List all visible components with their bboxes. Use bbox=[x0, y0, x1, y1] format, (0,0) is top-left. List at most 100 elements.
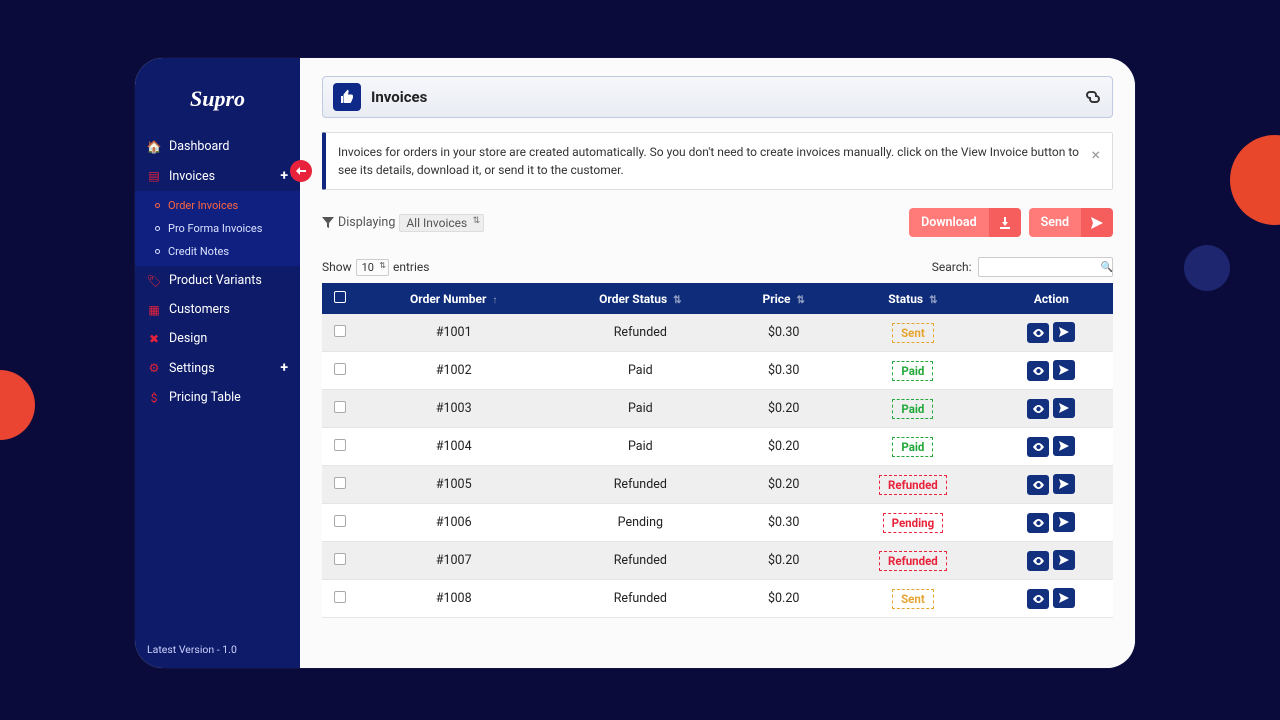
show-label: Show bbox=[322, 260, 352, 274]
row-checkbox[interactable] bbox=[334, 325, 346, 337]
sort-icon: ⇅ bbox=[797, 295, 805, 306]
send-row-button[interactable] bbox=[1053, 550, 1075, 570]
cell-order-number: #1002 bbox=[358, 352, 549, 390]
filter-select[interactable]: All Invoices bbox=[399, 214, 484, 232]
row-checkbox[interactable] bbox=[334, 553, 346, 565]
col-order-number[interactable]: Order Number bbox=[410, 292, 486, 306]
sidebar-subitem-order-invoices[interactable]: Order Invoices bbox=[135, 194, 300, 217]
table-row: #1001Refunded$0.30Sent bbox=[322, 314, 1113, 352]
cell-order-status: Refunded bbox=[549, 542, 731, 580]
home-icon: 🏠 bbox=[147, 140, 161, 154]
view-button[interactable] bbox=[1027, 475, 1049, 495]
row-checkbox[interactable] bbox=[334, 439, 346, 451]
send-button[interactable]: Send bbox=[1029, 208, 1113, 237]
status-badge: Paid bbox=[892, 437, 933, 457]
sidebar-item-label: Settings bbox=[169, 361, 215, 376]
tag-icon: 🏷 bbox=[147, 274, 161, 288]
filter-label: Displaying bbox=[338, 215, 395, 230]
download-icon bbox=[989, 208, 1021, 237]
status-badge: Sent bbox=[892, 323, 934, 343]
row-checkbox[interactable] bbox=[334, 401, 346, 413]
main-content: Invoices Invoices for orders in your sto… bbox=[300, 58, 1135, 668]
file-icon: ▤ bbox=[147, 169, 161, 183]
cell-price: $0.30 bbox=[731, 314, 836, 352]
cell-order-status: Pending bbox=[549, 504, 731, 542]
table-row: #1007Refunded$0.20Refunded bbox=[322, 542, 1113, 580]
send-row-button[interactable] bbox=[1053, 322, 1075, 342]
select-all-checkbox[interactable] bbox=[334, 291, 346, 303]
sidebar-item-invoices[interactable]: ▤ Invoices + bbox=[135, 161, 300, 191]
sidebar-item-label: Invoices bbox=[169, 169, 215, 184]
version-text: Latest Version - 1.0 bbox=[135, 635, 300, 668]
sidebar-item-product-variants[interactable]: 🏷 Product Variants bbox=[135, 266, 300, 295]
cell-order-number: #1003 bbox=[358, 390, 549, 428]
cell-order-number: #1008 bbox=[358, 580, 549, 618]
page-size-control: Show 10 entries bbox=[322, 259, 429, 276]
send-row-button[interactable] bbox=[1053, 436, 1075, 456]
view-button[interactable] bbox=[1027, 437, 1049, 457]
sidebar-item-customers[interactable]: ▦ Customers bbox=[135, 295, 300, 324]
view-button[interactable] bbox=[1027, 361, 1049, 381]
sidebar-item-settings[interactable]: ⚙ Settings + bbox=[135, 353, 300, 383]
sidebar-subitem-label: Credit Notes bbox=[168, 245, 229, 258]
send-row-button[interactable] bbox=[1053, 360, 1075, 380]
cell-order-status: Paid bbox=[549, 390, 731, 428]
table-row: #1003Paid$0.20Paid bbox=[322, 390, 1113, 428]
sidebar-subitem-credit-notes[interactable]: Credit Notes bbox=[135, 240, 300, 263]
table-row: #1004Paid$0.20Paid bbox=[322, 428, 1113, 466]
view-button[interactable] bbox=[1027, 323, 1049, 343]
plus-icon: + bbox=[280, 168, 288, 184]
row-checkbox[interactable] bbox=[334, 363, 346, 375]
sidebar-item-label: Design bbox=[169, 331, 207, 346]
alert-text: Invoices for orders in your store are cr… bbox=[338, 143, 1091, 179]
button-label: Download bbox=[909, 208, 989, 237]
view-button[interactable] bbox=[1027, 399, 1049, 419]
cell-price: $0.20 bbox=[731, 466, 836, 504]
sidebar-subitem-label: Order Invoices bbox=[168, 199, 238, 212]
filter-icon bbox=[322, 217, 334, 229]
logo: Supro bbox=[135, 86, 300, 112]
send-row-button[interactable] bbox=[1053, 588, 1075, 608]
sort-asc-icon: ↑ bbox=[492, 295, 497, 306]
cell-order-status: Paid bbox=[549, 428, 731, 466]
sidebar-item-label: Product Variants bbox=[169, 273, 262, 288]
col-action: Action bbox=[1034, 292, 1069, 306]
cell-price: $0.20 bbox=[731, 390, 836, 428]
cell-order-status: Refunded bbox=[549, 580, 731, 618]
view-button[interactable] bbox=[1027, 551, 1049, 571]
view-button[interactable] bbox=[1027, 589, 1049, 609]
cell-order-status: Refunded bbox=[549, 314, 731, 352]
invoices-table: Order Number↑ Order Status⇅ Price⇅ Statu… bbox=[322, 283, 1113, 618]
search-input[interactable] bbox=[978, 257, 1113, 277]
sidebar-item-design[interactable]: ✖ Design bbox=[135, 324, 300, 353]
sidebar-item-label: Customers bbox=[169, 302, 230, 317]
download-button[interactable]: Download bbox=[909, 208, 1021, 237]
dollar-icon: $ bbox=[147, 391, 161, 405]
page-size-select[interactable]: 10 bbox=[356, 259, 389, 276]
cell-order-number: #1006 bbox=[358, 504, 549, 542]
row-checkbox[interactable] bbox=[334, 591, 346, 603]
col-order-status[interactable]: Order Status bbox=[599, 292, 667, 306]
send-row-button[interactable] bbox=[1053, 512, 1075, 532]
col-price[interactable]: Price bbox=[762, 292, 790, 306]
cell-order-status: Refunded bbox=[549, 466, 731, 504]
link-icon[interactable] bbox=[1084, 89, 1102, 105]
plus-icon: + bbox=[280, 360, 288, 376]
close-icon[interactable]: × bbox=[1091, 143, 1100, 167]
sidebar-subitem-pro-forma[interactable]: Pro Forma Invoices bbox=[135, 217, 300, 240]
sidebar-subitem-label: Pro Forma Invoices bbox=[168, 222, 262, 235]
send-row-button[interactable] bbox=[1053, 474, 1075, 494]
bullet-icon bbox=[155, 249, 160, 254]
cell-price: $0.30 bbox=[731, 352, 836, 390]
row-checkbox[interactable] bbox=[334, 477, 346, 489]
sidebar-item-dashboard[interactable]: 🏠 Dashboard bbox=[135, 132, 300, 161]
sidebar-item-pricing-table[interactable]: $ Pricing Table bbox=[135, 383, 300, 412]
cell-price: $0.20 bbox=[731, 428, 836, 466]
row-checkbox[interactable] bbox=[334, 515, 346, 527]
col-status[interactable]: Status bbox=[888, 292, 923, 306]
send-row-button[interactable] bbox=[1053, 398, 1075, 418]
search-label: Search: bbox=[932, 260, 972, 274]
title-bar: Invoices bbox=[322, 76, 1113, 118]
view-button[interactable] bbox=[1027, 513, 1049, 533]
sidebar-toggle-button[interactable] bbox=[290, 160, 312, 182]
